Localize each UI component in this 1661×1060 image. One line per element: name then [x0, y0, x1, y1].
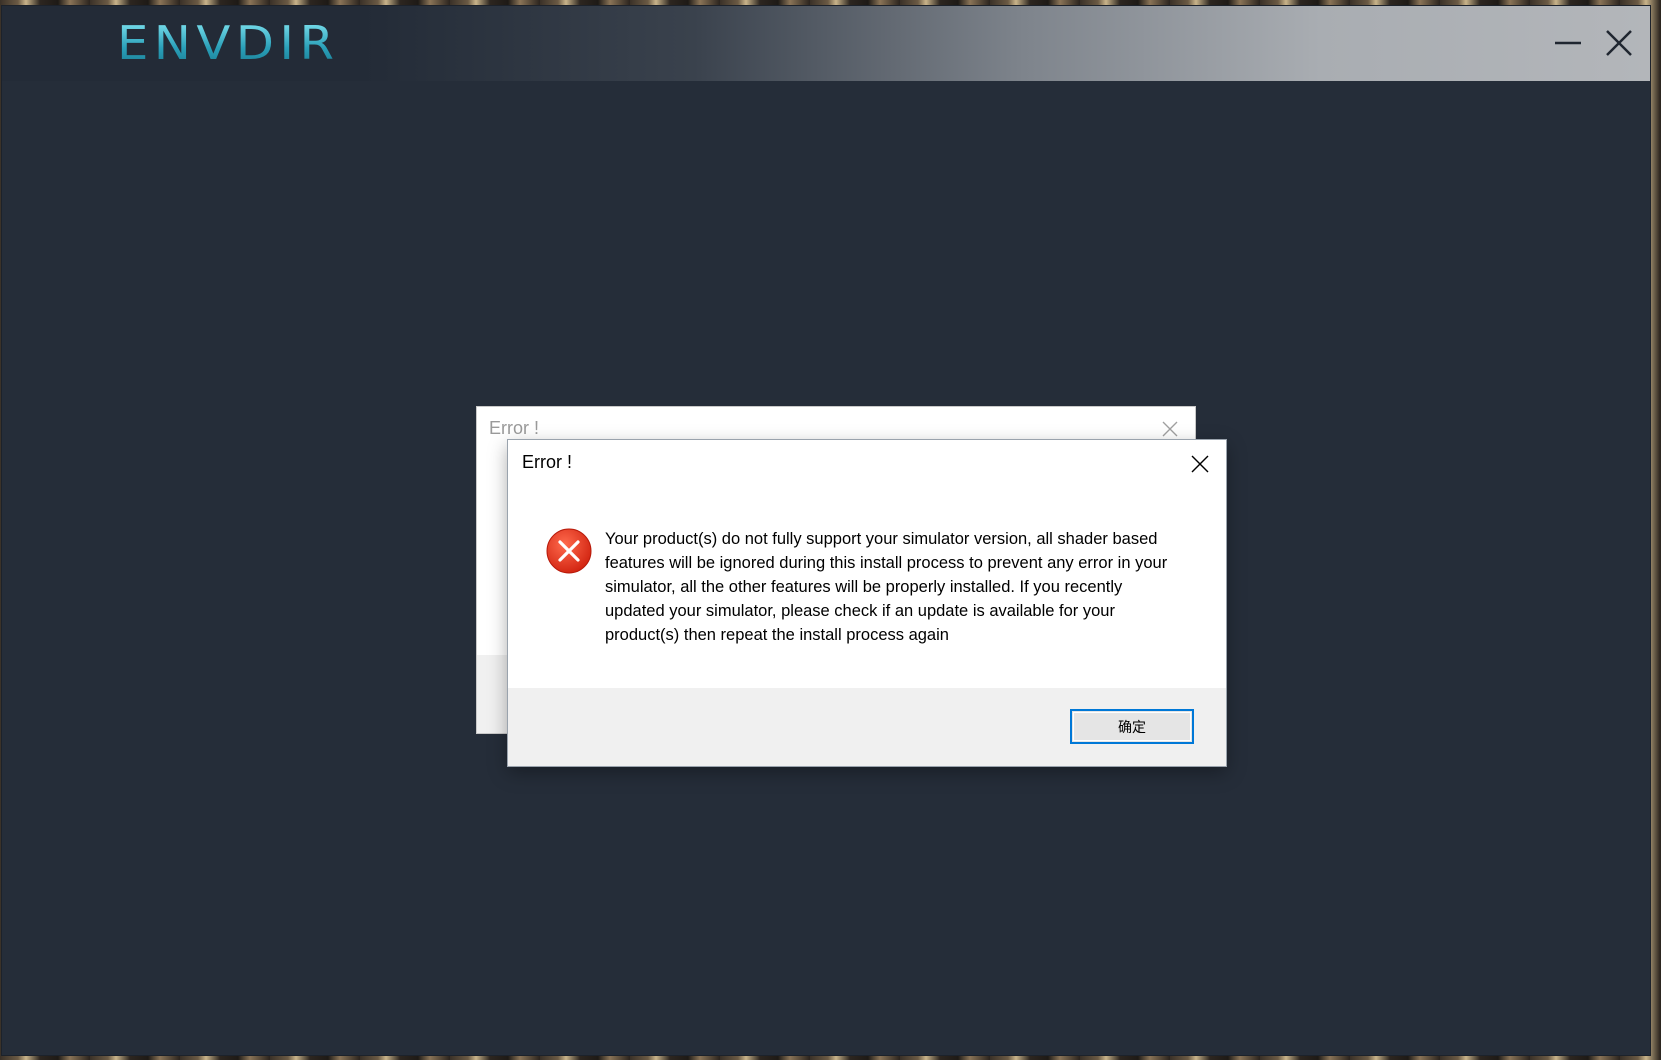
- app-logo: ENVDIR: [117, 16, 340, 70]
- dialog-close-button[interactable]: [1188, 452, 1212, 476]
- minimize-icon: [1555, 41, 1581, 45]
- minimize-button[interactable]: [1549, 24, 1587, 62]
- background-dialog-title: Error !: [489, 418, 540, 438]
- close-button[interactable]: [1600, 24, 1638, 62]
- app-header: ENVDIR: [2, 6, 1650, 81]
- dialog-title: Error !: [522, 452, 573, 472]
- close-icon[interactable]: [1160, 419, 1180, 439]
- close-icon: [1191, 455, 1209, 473]
- close-icon: [1606, 30, 1632, 56]
- error-icon: [546, 528, 592, 574]
- error-message: Your product(s) do not fully support you…: [605, 530, 1168, 644]
- ok-button[interactable]: 确定: [1070, 709, 1194, 744]
- error-dialog: Error ! Your product(s) do not fully sup…: [508, 440, 1226, 766]
